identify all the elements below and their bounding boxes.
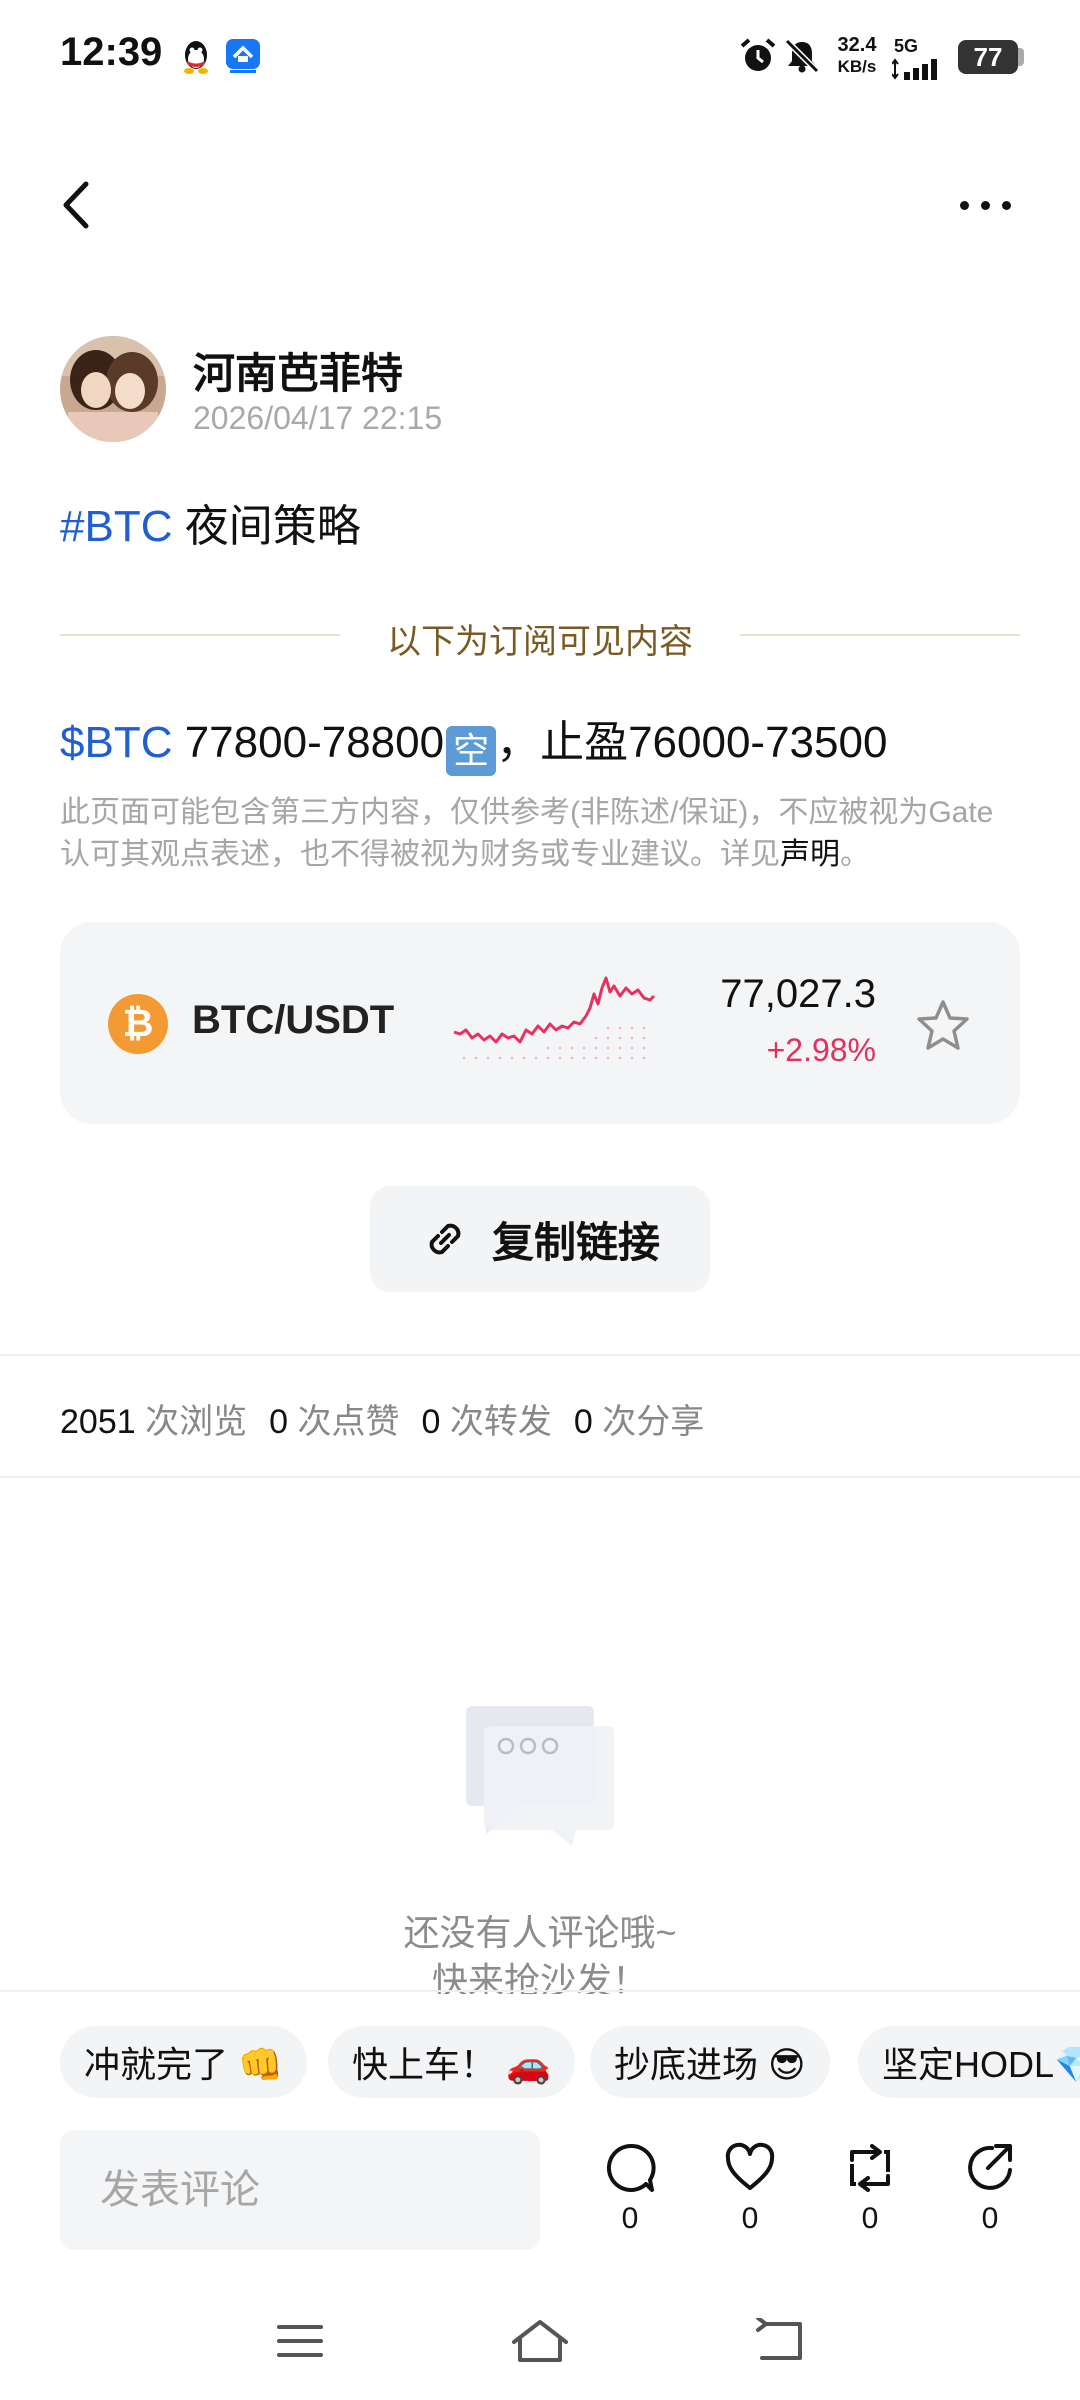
- likes-label: 次点赞: [297, 1403, 400, 1441]
- menu-icon: [277, 2325, 323, 2357]
- system-back-button[interactable]: [740, 2306, 820, 2376]
- more-button[interactable]: [950, 175, 1020, 235]
- strategy-targets: ，止盈76000-73500: [496, 718, 888, 767]
- alarm-icon: [736, 36, 780, 76]
- quick-reply-chip[interactable]: 冲就完了 👊: [60, 2026, 307, 2098]
- quick-reply-chip[interactable]: 快上车！ 🚗: [328, 2026, 575, 2098]
- bottom-bar-divider: [0, 1990, 1080, 1992]
- chevron-left-icon: [63, 181, 89, 229]
- post-timestamp: 2026/04/17 22:15: [193, 400, 443, 436]
- likes-stat-count: 0: [269, 1403, 289, 1441]
- battery-icon: 77: [958, 40, 1018, 74]
- system-home-button[interactable]: [500, 2306, 580, 2376]
- views-count: 2051: [60, 1403, 136, 1441]
- share-count: 0: [981, 2202, 999, 2235]
- more-dot: [959, 200, 969, 210]
- ticker-change: +2.98%: [766, 1032, 876, 1068]
- comment-input[interactable]: [60, 2130, 540, 2250]
- empty-comments-line1: 还没有人评论哦~: [403, 1912, 677, 1953]
- quick-reply-bar: 冲就完了 👊 快上车！ 🚗 抄底进场 😎 坚定HODL💎: [0, 2026, 1080, 2106]
- comment-icon: [606, 2143, 656, 2192]
- quick-reply-chip[interactable]: 抄底进场 😎: [590, 2026, 830, 2098]
- repost-count: 0: [861, 2202, 879, 2235]
- like-button[interactable]: 0: [710, 2140, 790, 2250]
- back-icon: [756, 2318, 802, 2360]
- short-badge: 空: [446, 726, 497, 776]
- quick-reply-chip[interactable]: 坚定HODL💎: [858, 2026, 1080, 2098]
- repost-icon: [850, 2144, 890, 2192]
- views-label: 次浏览: [145, 1403, 248, 1441]
- empty-comments-icon: [466, 1706, 614, 1846]
- more-dot: [1001, 200, 1011, 210]
- post-stats: 2051 次浏览 0 次点赞 0 次转发 0 次分享: [60, 1394, 704, 1443]
- stats-divider-top: [0, 1354, 1080, 1356]
- network-type: 5G: [894, 36, 919, 56]
- reposts-label: 次转发: [449, 1403, 552, 1441]
- empty-comments-line2: 快来抢沙发！: [431, 1960, 648, 1994]
- copy-link-button[interactable]: 复制链接: [370, 1186, 710, 1292]
- favorite-button[interactable]: [914, 998, 972, 1054]
- disclaimer: 此页面可能包含第三方内容，仅供参考(非陈述/保证)，不应被视为Gate认可其观点…: [60, 792, 1020, 876]
- copy-link-label: 复制链接: [491, 1218, 660, 1266]
- strategy-range: 77800-78800: [172, 718, 445, 767]
- comment-button[interactable]: 0: [590, 2140, 670, 2250]
- avatar[interactable]: [60, 336, 166, 442]
- trading-pair: BTC/USDT: [192, 998, 395, 1042]
- signal-icon: [892, 56, 948, 80]
- mute-icon: [782, 36, 822, 76]
- like-count: 0: [741, 2202, 759, 2235]
- hashtag-link[interactable]: #BTC: [60, 502, 172, 551]
- shares-label: 次分享: [602, 1403, 705, 1441]
- shares-stat-count: 0: [573, 1403, 593, 1441]
- stats-divider-bottom: [0, 1476, 1080, 1478]
- heart-icon: [725, 2142, 775, 2190]
- network-speed-unit: KB/s: [837, 57, 877, 76]
- app-notification-icon: [222, 36, 264, 76]
- comment-count: 0: [621, 2202, 639, 2235]
- disclaimer-end: 。: [840, 838, 870, 871]
- bitcoin-icon: ₿: [108, 994, 168, 1054]
- author-name[interactable]: 河南芭菲特: [193, 340, 403, 401]
- reposts-stat-count: 0: [421, 1403, 441, 1441]
- post-title-text: 夜间策略: [172, 502, 361, 551]
- star-icon: [917, 1000, 969, 1050]
- price-sparkline: [453, 976, 656, 1060]
- disclaimer-link[interactable]: 声明: [780, 838, 840, 871]
- home-icon: [512, 2320, 568, 2362]
- network-speed-value: 32.4: [837, 34, 877, 56]
- network-speed: 32.4 KB/s: [828, 34, 886, 78]
- repost-button[interactable]: 0: [830, 2140, 910, 2250]
- more-dot: [980, 200, 990, 210]
- qq-icon: [176, 36, 216, 76]
- post-title: #BTC 夜间策略: [60, 490, 361, 554]
- system-menu-button[interactable]: [260, 2306, 340, 2376]
- subscriber-divider-label: 以下为订阅可见内容: [387, 623, 693, 661]
- coin-symbol-link[interactable]: $BTC: [60, 718, 172, 767]
- strategy-text: $BTC 77800-78800 空，止盈76000-73500: [60, 706, 887, 776]
- share-icon: [968, 2144, 1012, 2190]
- battery-cap: [1018, 48, 1024, 66]
- divider-line-left: [60, 634, 340, 636]
- share-button[interactable]: 0: [950, 2140, 1030, 2250]
- divider-line-right: [740, 634, 1020, 636]
- ticker-price: 77,027.3: [720, 972, 876, 1016]
- back-button[interactable]: [50, 170, 110, 240]
- link-icon: [429, 1223, 461, 1255]
- status-time: 12:39: [60, 30, 163, 74]
